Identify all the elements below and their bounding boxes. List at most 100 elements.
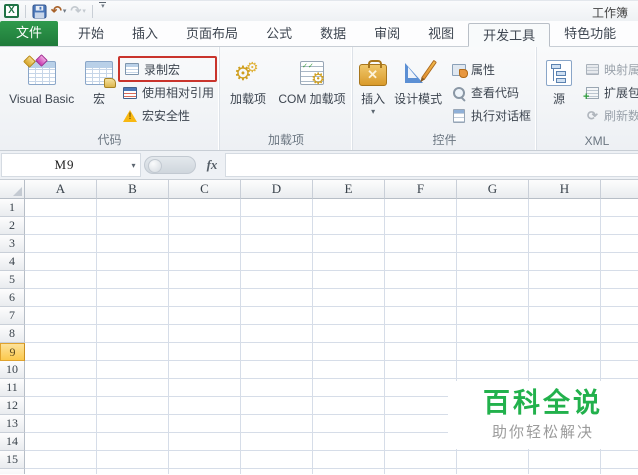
cell[interactable] <box>169 271 241 289</box>
excel-logo-icon[interactable]: X <box>3 2 20 20</box>
row-header[interactable]: 10 <box>0 361 25 379</box>
cell[interactable] <box>385 415 457 433</box>
cell[interactable] <box>457 469 529 474</box>
cell[interactable] <box>529 451 601 469</box>
cell[interactable] <box>169 199 241 217</box>
cell[interactable] <box>241 271 313 289</box>
cell[interactable] <box>313 217 385 235</box>
row-header[interactable]: 15 <box>0 451 25 469</box>
cell[interactable] <box>385 325 457 343</box>
cell[interactable] <box>169 343 241 361</box>
cell[interactable] <box>385 253 457 271</box>
cell[interactable] <box>385 271 457 289</box>
tab-page-layout[interactable]: 页面布局 <box>172 22 252 46</box>
design-mode-button[interactable]: 设计模式 <box>391 47 445 106</box>
cell[interactable] <box>313 469 385 474</box>
cell[interactable] <box>529 217 601 235</box>
cell[interactable] <box>25 415 97 433</box>
cell[interactable] <box>313 379 385 397</box>
view-code-button[interactable]: 查看代码 <box>448 81 534 104</box>
tab-data[interactable]: 数据 <box>306 22 360 46</box>
cell[interactable] <box>457 271 529 289</box>
cell[interactable] <box>601 199 638 217</box>
redo-button[interactable]: ↷ ▾ <box>69 2 86 20</box>
com-add-ins-button[interactable]: ⚙ COM 加载项 <box>274 47 350 106</box>
cell[interactable] <box>241 199 313 217</box>
cell[interactable] <box>457 289 529 307</box>
cell[interactable] <box>25 253 97 271</box>
row-header[interactable]: 5 <box>0 271 25 289</box>
row-header-selected[interactable]: 9 <box>0 343 25 361</box>
cell[interactable] <box>169 253 241 271</box>
cell[interactable] <box>385 289 457 307</box>
cell[interactable] <box>385 451 457 469</box>
column-header-H[interactable]: H <box>529 180 601 199</box>
column-header-A[interactable]: A <box>25 180 97 199</box>
row-header[interactable] <box>0 469 25 474</box>
cell[interactable] <box>25 325 97 343</box>
cell[interactable] <box>169 235 241 253</box>
cell[interactable] <box>25 361 97 379</box>
use-relative-references-button[interactable]: 使用相对引用 <box>119 81 217 104</box>
cell[interactable] <box>601 307 638 325</box>
select-all-corner[interactable] <box>0 180 25 199</box>
tab-formulas[interactable]: 公式 <box>252 22 306 46</box>
name-box[interactable]: M9 ▾ <box>1 153 141 177</box>
cell[interactable] <box>169 289 241 307</box>
tab-view[interactable]: 视图 <box>414 22 468 46</box>
cell[interactable] <box>313 343 385 361</box>
cell[interactable] <box>385 433 457 451</box>
cell[interactable] <box>241 469 313 474</box>
cell[interactable] <box>385 397 457 415</box>
cell[interactable] <box>385 235 457 253</box>
column-header-C[interactable]: C <box>169 180 241 199</box>
cell[interactable] <box>313 325 385 343</box>
macros-button[interactable]: 宏 <box>81 47 117 106</box>
cell[interactable] <box>97 469 169 474</box>
save-button[interactable] <box>31 2 48 20</box>
cell[interactable] <box>25 217 97 235</box>
cell[interactable] <box>25 307 97 325</box>
visual-basic-button[interactable]: Visual Basic <box>2 47 81 106</box>
cell[interactable] <box>97 271 169 289</box>
cell[interactable] <box>601 235 638 253</box>
column-header-G[interactable]: G <box>457 180 529 199</box>
cell[interactable] <box>241 235 313 253</box>
cell[interactable] <box>169 379 241 397</box>
row-header[interactable]: 14 <box>0 433 25 451</box>
cell[interactable] <box>529 253 601 271</box>
cell[interactable] <box>457 253 529 271</box>
tab-special-features[interactable]: 特色功能 <box>550 22 630 46</box>
cell[interactable] <box>25 235 97 253</box>
cell[interactable] <box>457 217 529 235</box>
cell[interactable] <box>169 361 241 379</box>
column-header-partial[interactable] <box>601 180 638 199</box>
tab-developer[interactable]: 开发工具 <box>468 23 551 47</box>
cell[interactable] <box>241 361 313 379</box>
cell[interactable] <box>25 199 97 217</box>
cell[interactable] <box>601 361 638 379</box>
cell[interactable] <box>529 325 601 343</box>
cell[interactable] <box>241 253 313 271</box>
cell[interactable] <box>241 217 313 235</box>
cell[interactable] <box>529 271 601 289</box>
cell[interactable] <box>97 289 169 307</box>
tab-file[interactable]: 文件 <box>0 21 59 46</box>
cell[interactable] <box>97 253 169 271</box>
row-header[interactable]: 7 <box>0 307 25 325</box>
cell[interactable] <box>97 433 169 451</box>
cell[interactable] <box>25 433 97 451</box>
cell[interactable] <box>25 469 97 474</box>
cell[interactable] <box>601 325 638 343</box>
insert-function-button[interactable]: fx <box>199 153 225 177</box>
expansion-packs-button[interactable]: 扩展包 <box>581 81 638 104</box>
cell[interactable] <box>241 307 313 325</box>
cell[interactable] <box>457 451 529 469</box>
cell[interactable] <box>529 361 601 379</box>
cell[interactable] <box>601 253 638 271</box>
cell[interactable] <box>601 289 638 307</box>
row-header[interactable]: 13 <box>0 415 25 433</box>
cell[interactable] <box>97 217 169 235</box>
cell[interactable] <box>601 271 638 289</box>
cell[interactable] <box>97 451 169 469</box>
